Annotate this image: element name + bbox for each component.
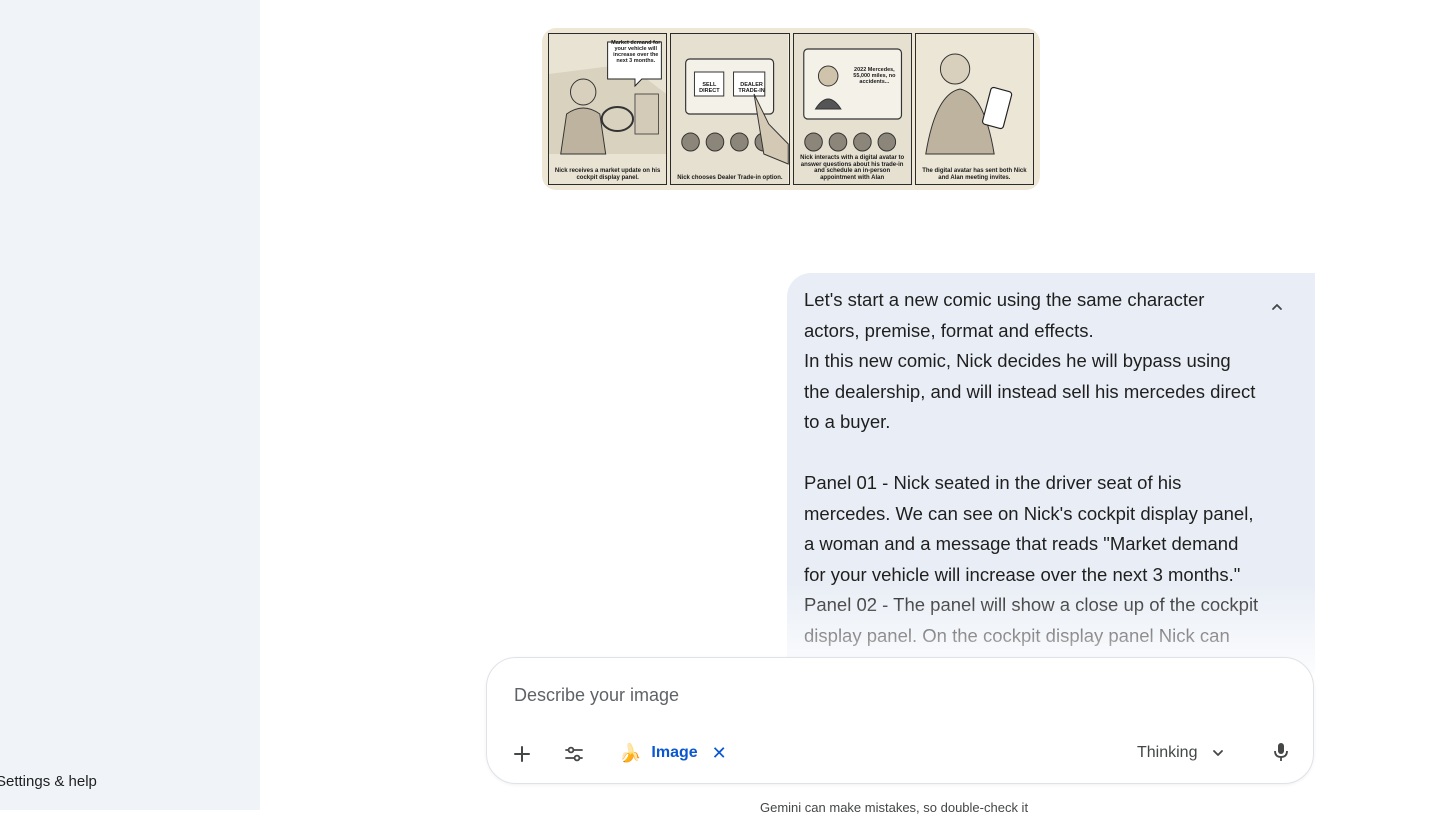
generated-comic-image[interactable]: Market demand for your vehicle will incr… [542, 28, 1040, 190]
chevron-up-icon [1272, 304, 1282, 310]
settings-label: Settings & help [0, 773, 97, 790]
microphone-button[interactable] [1263, 734, 1299, 770]
comic-panel-4: The digital avatar has sent both Nick an… [914, 33, 1034, 185]
mode-label: Thinking [1137, 744, 1198, 761]
comic-panel-2: SELL DIRECT DEALER TRADE-IN Nick chooses… [670, 33, 790, 185]
panel-caption: Nick interacts with a digital avatar to … [800, 155, 905, 181]
comic-panel-3: 2022 Mercedes, 55,000 miles, no accident… [792, 33, 912, 185]
plus-icon [514, 746, 530, 762]
panel-caption: Nick receives a market update on his coc… [554, 168, 661, 181]
speech-bubble-text: Market demand for your vehicle will incr… [611, 40, 661, 64]
image-chip-label: Image [651, 744, 698, 761]
chevron-down-icon [1213, 750, 1224, 756]
add-attachment-button[interactable] [504, 736, 540, 772]
model-mode-dropdown[interactable]: Thinking [1137, 736, 1225, 770]
panel-caption: The digital avatar has sent both Nick an… [922, 168, 1027, 181]
disclaimer-text: Gemini can make mistakes, so double-chec… [760, 800, 1029, 815]
tune-icon [565, 746, 583, 762]
image-tool-chip[interactable]: 🍌 Image ✕ [611, 736, 735, 770]
sell-direct-screen-button: SELL DIRECT [699, 82, 720, 94]
avatar-screen-text: 2022 Mercedes, 55,000 miles, no accident… [853, 67, 896, 85]
dashboard-illustration [671, 34, 789, 184]
comic-panel-1: Market demand for your vehicle will incr… [548, 33, 668, 185]
sidebar: Settings & help [0, 0, 260, 810]
mic-icon [1274, 743, 1288, 761]
settings-and-help-item[interactable]: Settings & help [0, 773, 97, 790]
close-icon[interactable]: ✕ [712, 743, 727, 764]
prompt-input[interactable] [512, 680, 1276, 710]
prompt-composer: 🍌 Image ✕ Thinking [486, 657, 1314, 784]
collapse-message-button[interactable] [1265, 295, 1289, 319]
banana-icon: 🍌 [619, 742, 642, 763]
dealer-trade-in-screen-button: DEALER TRADE-IN [738, 82, 765, 94]
tools-button[interactable] [556, 736, 592, 772]
panel-caption: Nick chooses Dealer Trade-in option. [677, 174, 783, 181]
phone-illustration [915, 34, 1033, 184]
user-message-bubble: Let's start a new comic using the same c… [787, 273, 1315, 673]
